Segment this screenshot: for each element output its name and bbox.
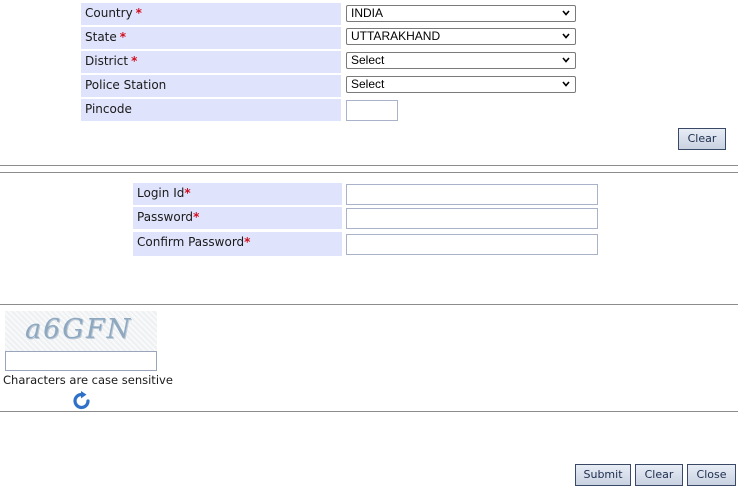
captcha-note: Characters are case sensitive <box>3 373 173 387</box>
chevron-down-icon <box>562 81 570 87</box>
login-id-label: Login Id* <box>133 183 342 205</box>
login-id-input[interactable] <box>346 184 598 205</box>
submit-button[interactable]: Submit <box>575 464 631 486</box>
refresh-icon <box>73 391 90 410</box>
country-label: Country * <box>81 3 341 25</box>
divider <box>0 411 738 412</box>
chevron-down-icon <box>562 57 570 63</box>
password-input[interactable] <box>346 208 598 229</box>
required-marker: * <box>119 30 127 44</box>
password-label: Password* <box>133 207 342 229</box>
required-marker: * <box>135 6 142 20</box>
captcha-input[interactable] <box>5 351 157 371</box>
captcha-image: a6GFN <box>5 311 157 351</box>
police-station-label: Police Station <box>81 75 341 97</box>
divider <box>0 172 738 173</box>
captcha-refresh-button[interactable] <box>71 390 93 412</box>
address-clear-button[interactable]: Clear <box>678 128 726 150</box>
pincode-label: Pincode <box>81 99 341 121</box>
close-button[interactable]: Close <box>687 464 736 486</box>
required-marker: * <box>131 54 138 68</box>
chevron-down-icon <box>562 33 570 39</box>
divider <box>0 165 738 166</box>
country-select[interactable]: INDIA <box>346 5 576 22</box>
state-select[interactable]: UTTARAKHAND <box>346 28 576 45</box>
confirm-password-label: Confirm Password* <box>133 232 342 256</box>
state-label: State * <box>81 27 341 49</box>
pincode-input[interactable] <box>346 100 398 121</box>
required-marker: * <box>184 186 191 200</box>
chevron-down-icon <box>562 10 570 16</box>
divider <box>0 304 738 305</box>
police-station-select[interactable]: Select <box>346 76 576 93</box>
clear-button[interactable]: Clear <box>635 464 683 486</box>
district-label: District * <box>81 51 341 73</box>
district-select[interactable]: Select <box>346 52 576 69</box>
required-marker: * <box>244 235 251 249</box>
required-marker: * <box>193 210 200 224</box>
confirm-password-input[interactable] <box>346 234 598 255</box>
